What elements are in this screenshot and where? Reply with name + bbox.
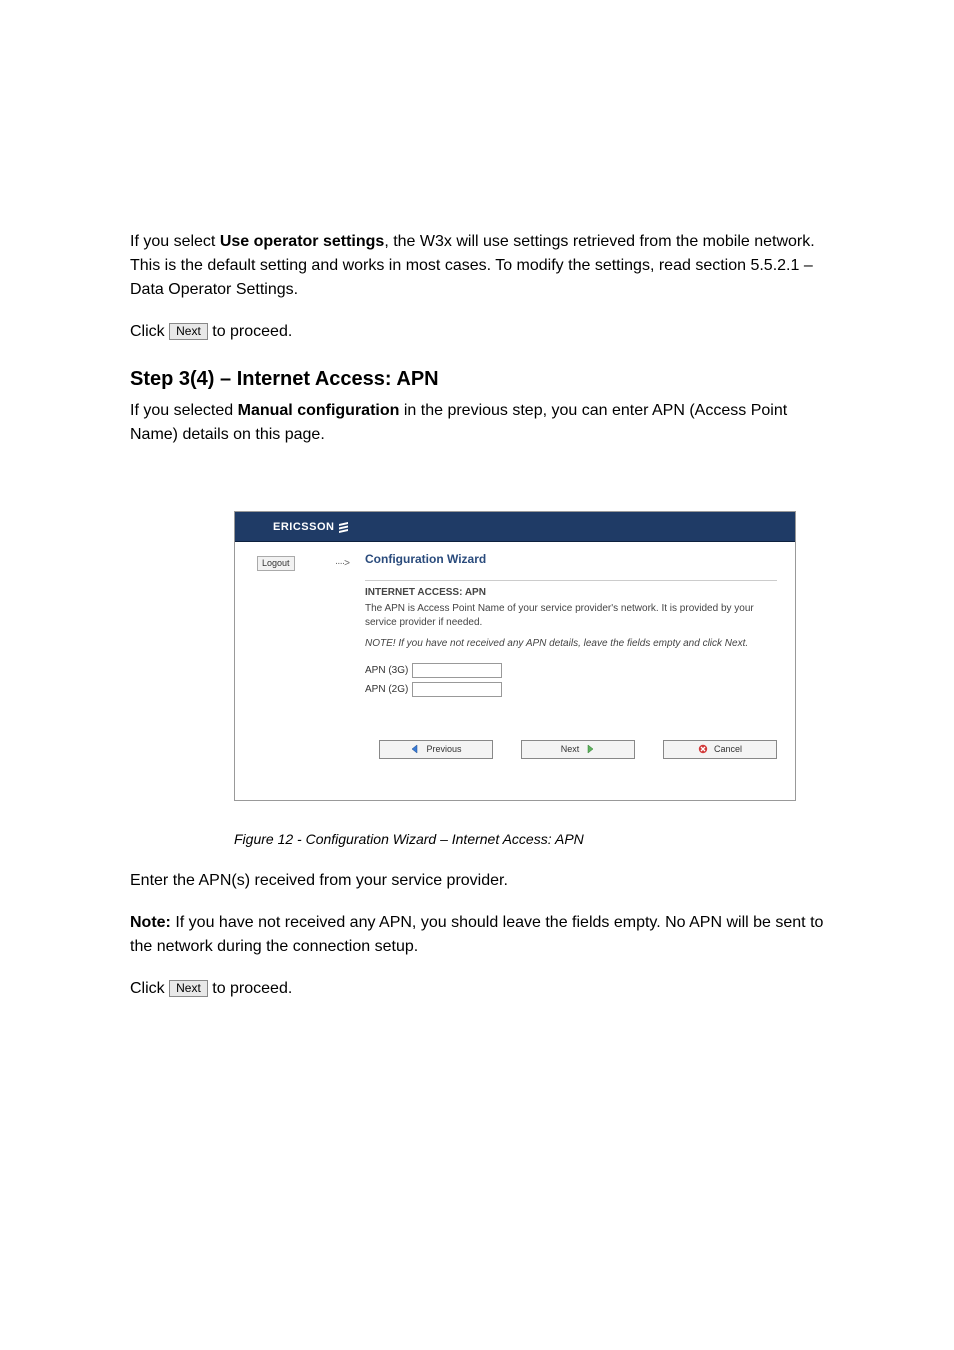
wizard-section-title: INTERNET ACCESS: APN: [365, 587, 777, 598]
cancel-label: Cancel: [714, 744, 742, 754]
cancel-icon: [698, 744, 708, 754]
router-main-panel: Configuration Wizard INTERNET ACCESS: AP…: [359, 542, 795, 800]
previous-button[interactable]: Previous: [379, 740, 493, 759]
note-label: Note:: [130, 914, 171, 931]
expand-icon[interactable]: ····>: [335, 558, 349, 569]
cancel-button[interactable]: Cancel: [663, 740, 777, 759]
router-header-bar: ERICSSON: [235, 512, 795, 542]
next-button[interactable]: Next: [521, 740, 635, 759]
after-note: Note: If you have not received any APN, …: [130, 911, 824, 959]
step-heading: Step 3(4) – Internet Access: APN: [130, 368, 824, 391]
arrow-left-icon: [410, 744, 420, 754]
section-title-ref: Data Operator Settings.: [130, 281, 298, 298]
wizard-button-row: Previous Next Cancel: [365, 739, 777, 759]
text: If you selected: [130, 402, 238, 419]
router-sidebar: Logout ····>: [235, 542, 359, 800]
text: If you select: [130, 233, 220, 250]
text: Click: [130, 980, 169, 997]
text: to proceed.: [208, 980, 293, 997]
logout-button[interactable]: Logout: [257, 556, 295, 571]
doc-para-1: If you select Use operator settings, the…: [130, 230, 824, 302]
wizard-title: Configuration Wizard: [365, 552, 777, 566]
after-para-1: Enter the APN(s) received from your serv…: [130, 869, 824, 893]
ericsson-icon: [338, 521, 350, 533]
apn-3g-label: APN (3G): [365, 665, 408, 676]
section-ref: 5.5.2.1: [750, 257, 799, 274]
arrow-right-icon: [585, 744, 595, 754]
previous-label: Previous: [426, 744, 461, 754]
bold-manual: Manual configuration: [238, 402, 400, 419]
wizard-description: The APN is Access Point Name of your ser…: [365, 602, 777, 629]
apn-3g-input[interactable]: [412, 663, 502, 678]
apn-2g-label: APN (2G): [365, 684, 408, 695]
next-inline-button-2: Next: [169, 980, 208, 997]
text: to proceed.: [208, 323, 293, 340]
text: Click: [130, 323, 169, 340]
step-intro: If you selected Manual configuration in …: [130, 399, 824, 447]
doc-para-2: Click Next to proceed.: [130, 320, 824, 344]
after-para-2: Click Next to proceed.: [130, 977, 824, 1001]
router-screenshot: ERICSSON Logout ····> Configuration Wiza…: [234, 511, 796, 801]
next-label: Next: [561, 744, 580, 754]
bold-option: Use operator settings: [220, 233, 384, 250]
text: –: [799, 257, 812, 274]
wizard-note: NOTE! If you have not received any APN d…: [365, 637, 777, 651]
apn-2g-row: APN (2G): [365, 682, 777, 697]
apn-2g-input[interactable]: [412, 682, 502, 697]
note-body: If you have not received any APN, you sh…: [130, 914, 823, 955]
divider: [365, 580, 777, 581]
apn-3g-row: APN (3G): [365, 663, 777, 678]
ericsson-logo: ERICSSON: [273, 521, 350, 533]
figure-caption: Figure 12 - Configuration Wizard – Inter…: [234, 831, 824, 847]
brand-text: ERICSSON: [273, 521, 334, 533]
next-inline-button: Next: [169, 323, 208, 340]
